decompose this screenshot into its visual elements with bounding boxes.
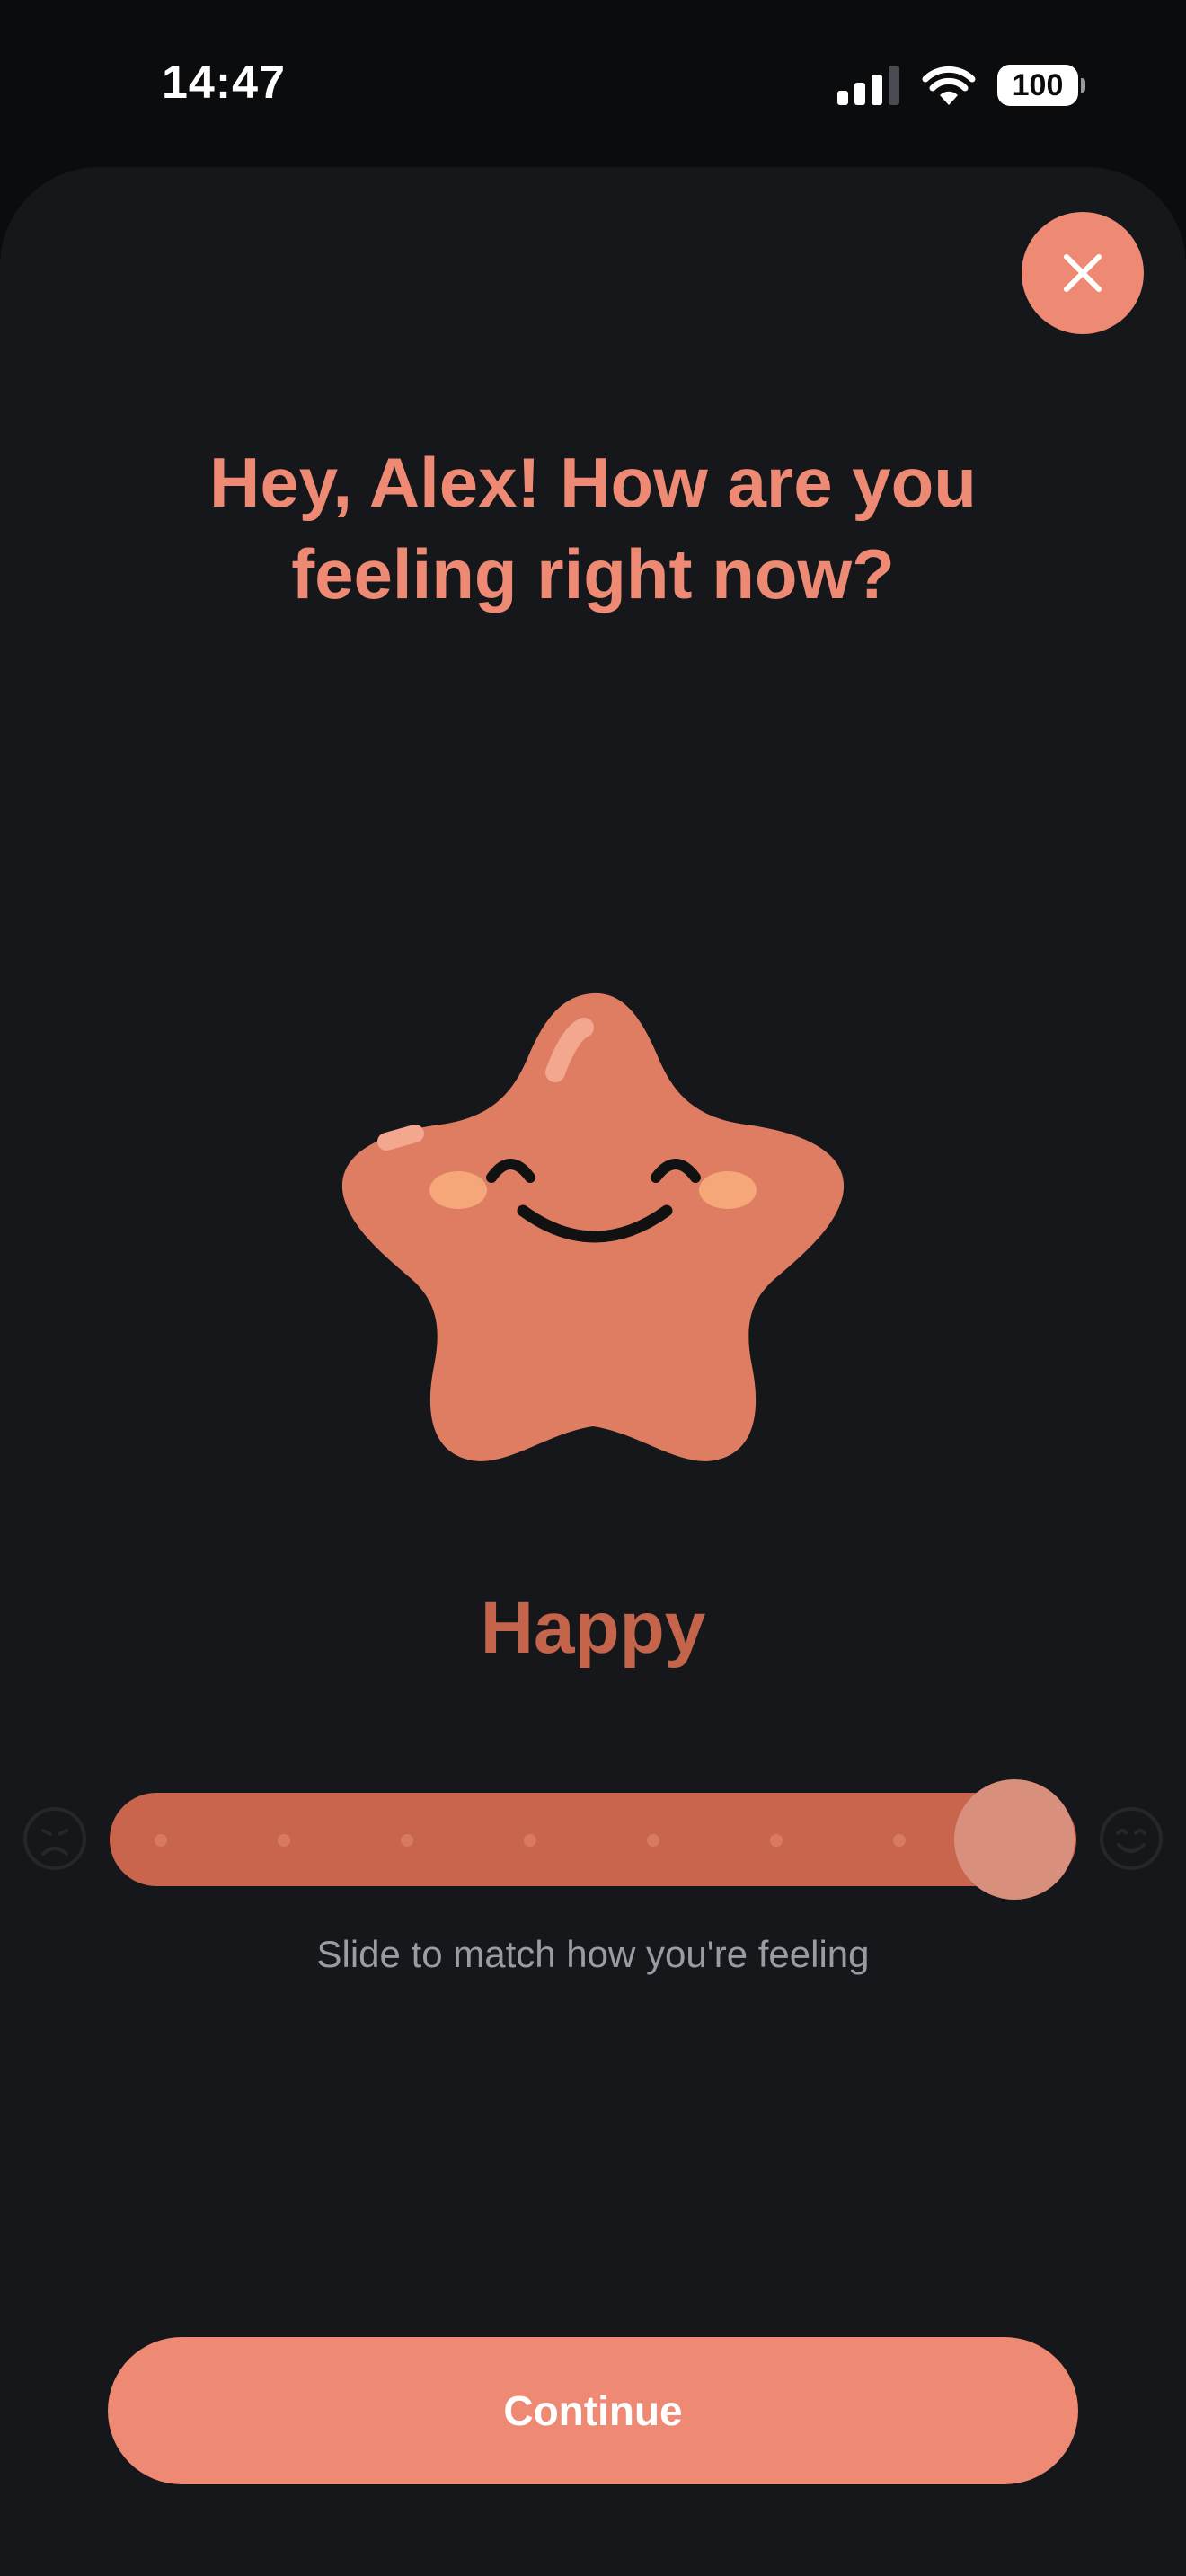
slider-step-dot [647, 1834, 659, 1847]
mood-slider-row [0, 1766, 1186, 1910]
page-title: Hey, Alex! How are you feeling right now… [209, 443, 977, 613]
slider-hint: Slide to match how you're feeling [316, 1933, 870, 1975]
slider-step-dot [524, 1834, 536, 1847]
slider-step-dot [155, 1834, 167, 1847]
slider-step-dot [278, 1834, 290, 1847]
status-bar: 14:47 100 [0, 0, 1186, 171]
cellular-signal-icon [837, 66, 899, 105]
mood-slider[interactable] [110, 1793, 1076, 1886]
close-icon [1064, 254, 1102, 292]
status-time: 14:47 [162, 57, 286, 109]
status-icons: 100 [837, 63, 1085, 108]
smiling-star-mascot [341, 992, 845, 1461]
wifi-icon [922, 66, 976, 105]
sad-face-icon [23, 1807, 86, 1870]
continue-button[interactable]: Continue [108, 2337, 1078, 2484]
mood-sheet: Hey, Alex! How are you feeling right now… [0, 167, 1186, 2576]
slider-step-dot [770, 1834, 783, 1847]
mood-check-in-screen: 14:47 100 Hey, Alex! How are you feeling… [0, 0, 1186, 2576]
battery-icon: 100 [997, 65, 1085, 106]
close-button[interactable] [1022, 212, 1144, 334]
slider-step-dot [893, 1834, 906, 1847]
smiley-face-icon [1100, 1807, 1163, 1870]
slider-step-dot [401, 1834, 413, 1847]
slider-thumb[interactable] [954, 1779, 1075, 1900]
mood-label: Happy [480, 1587, 706, 1669]
